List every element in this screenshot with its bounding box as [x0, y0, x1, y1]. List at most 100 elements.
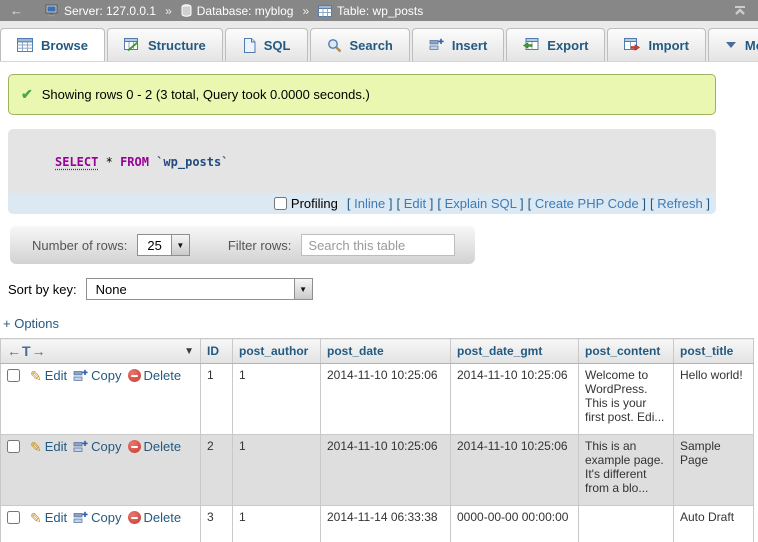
row-actions-cell: ✎ Edit Copy Delete [1, 364, 201, 435]
edit-label: Edit [45, 439, 67, 454]
delete-icon [128, 511, 141, 524]
tab-search-label: Search [350, 38, 393, 53]
explain-sql-link[interactable]: Explain SQL [445, 196, 517, 211]
edit-row-link[interactable]: ✎ Edit [30, 368, 67, 383]
tab-import-label: Import [648, 38, 688, 53]
breadcrumb-bar: ← Server: 127.0.0.1 » Database: myblog »… [0, 0, 758, 21]
copy-row-link[interactable]: Copy [73, 510, 121, 525]
header-post-content[interactable]: post_content [579, 339, 674, 364]
edit-pencil-icon: ✎ [30, 511, 42, 525]
row-checkbox[interactable] [7, 440, 20, 453]
edit-row-link[interactable]: ✎ Edit [30, 439, 67, 454]
results-controls-bar: Number of rows: 25 ▼ Filter rows: [10, 226, 475, 264]
copy-label: Copy [91, 510, 121, 525]
copy-label: Copy [91, 439, 121, 454]
tab-structure[interactable]: Structure [107, 28, 223, 61]
tab-browse[interactable]: Browse [0, 28, 105, 61]
collapse-top-icon[interactable] [732, 5, 748, 16]
table-icon [318, 5, 332, 17]
copy-row-link[interactable]: Copy [73, 368, 121, 383]
table-row: ✎ Edit Copy Delete [1, 364, 754, 435]
profiling-label: Profiling [291, 196, 338, 211]
row-checkbox[interactable] [7, 369, 20, 382]
cell-post-date-gmt: 0000-00-00 00:00:00 [451, 506, 579, 542]
tab-search[interactable]: Search [310, 28, 410, 61]
sort-key-select[interactable]: None ▼ [86, 278, 313, 300]
cell-id: 3 [201, 506, 233, 542]
inline-link-wrap: [ Inline ] [347, 196, 393, 211]
bracket: [ [650, 196, 654, 211]
cell-post-date-gmt: 2014-11-10 10:25:06 [451, 364, 579, 435]
sort-key-value: None [87, 282, 136, 297]
cell-post-content [579, 506, 674, 542]
cell-post-content: Welcome to WordPress. This is your first… [579, 364, 674, 435]
delete-label: Delete [144, 439, 182, 454]
filter-rows-input[interactable] [301, 234, 455, 256]
edit-label: Edit [45, 510, 67, 525]
edit-query-link[interactable]: Edit [404, 196, 426, 211]
tab-sql[interactable]: SQL [225, 28, 308, 61]
copy-icon [73, 511, 88, 525]
bracket: ] [706, 196, 710, 211]
create-php-link[interactable]: Create PHP Code [535, 196, 639, 211]
options-toggle-link[interactable]: + Options [3, 316, 59, 331]
breadcrumb-database-label: Database: myblog [197, 4, 294, 18]
breadcrumb-table[interactable]: Table: wp_posts [318, 4, 423, 18]
rows-per-page-value: 25 [138, 238, 170, 253]
row-actions-cell: ✎ Edit Copy Delete [1, 435, 201, 506]
cell-id: 1 [201, 364, 233, 435]
tab-more[interactable]: More [708, 28, 758, 61]
cell-post-date: 2014-11-10 10:25:06 [321, 435, 451, 506]
header-actions: ←T→ ▼ [1, 339, 201, 364]
inline-link[interactable]: Inline [354, 196, 385, 211]
select-arrow-icon: ▼ [171, 235, 189, 255]
header-post-date[interactable]: post_date [321, 339, 451, 364]
breadcrumb-server[interactable]: Server: 127.0.0.1 [45, 4, 156, 18]
breadcrumb-separator: » [302, 4, 309, 18]
header-post-author[interactable]: post_author [233, 339, 321, 364]
status-message-text: Showing rows 0 - 2 (3 total, Query took … [42, 87, 370, 102]
cell-post-content: This is an example page. It's different … [579, 435, 674, 506]
profiling-checkbox[interactable] [274, 197, 287, 210]
column-nav-icon[interactable]: ←T→ [7, 343, 47, 359]
header-id[interactable]: ID [201, 339, 233, 364]
results-table: ←T→ ▼ ID post_author post_date post_date… [0, 338, 754, 542]
refresh-link-wrap: [ Refresh ] [650, 196, 710, 211]
breadcrumb-table-label: Table: wp_posts [337, 4, 423, 18]
header-post-title[interactable]: post_title [674, 339, 754, 364]
tab-more-label: More [745, 38, 758, 53]
import-icon [624, 38, 640, 52]
cell-post-date: 2014-11-10 10:25:06 [321, 364, 451, 435]
cell-post-date: 2014-11-14 06:33:38 [321, 506, 451, 542]
select-arrow-icon: ▼ [294, 279, 312, 299]
table-row: ✎ Edit Copy Delete [1, 506, 754, 542]
header-post-date-gmt[interactable]: post_date_gmt [451, 339, 579, 364]
copy-row-link[interactable]: Copy [73, 439, 121, 454]
bracket: [ [347, 196, 351, 211]
delete-label: Delete [144, 368, 182, 383]
sql-keyword-from: FROM [120, 155, 149, 169]
tab-import[interactable]: Import [607, 28, 705, 61]
sql-keyword-select[interactable]: SELECT [55, 155, 98, 169]
cell-post-title: Hello world! [674, 364, 754, 435]
bracket: [ [528, 196, 532, 211]
sort-dropdown-icon[interactable]: ▼ [184, 346, 194, 357]
edit-row-link[interactable]: ✎ Edit [30, 510, 67, 525]
cell-post-author: 1 [233, 506, 321, 542]
tab-insert-label: Insert [452, 38, 487, 53]
explain-sql-link-wrap: [ Explain SQL ] [437, 196, 523, 211]
cell-post-title: Sample Page [674, 435, 754, 506]
row-checkbox[interactable] [7, 511, 20, 524]
breadcrumb-server-label: Server: 127.0.0.1 [64, 4, 156, 18]
tab-insert[interactable]: Insert [412, 28, 504, 61]
rows-per-page-select[interactable]: 25 ▼ [137, 234, 189, 256]
refresh-link[interactable]: Refresh [657, 196, 703, 211]
breadcrumb-database[interactable]: Database: myblog [181, 4, 294, 18]
tab-export[interactable]: Export [506, 28, 605, 61]
back-icon[interactable]: ← [10, 3, 23, 18]
delete-row-link[interactable]: Delete [128, 368, 182, 383]
structure-icon [124, 38, 140, 52]
delete-row-link[interactable]: Delete [128, 510, 182, 525]
delete-row-link[interactable]: Delete [128, 439, 182, 454]
insert-icon [429, 38, 444, 52]
